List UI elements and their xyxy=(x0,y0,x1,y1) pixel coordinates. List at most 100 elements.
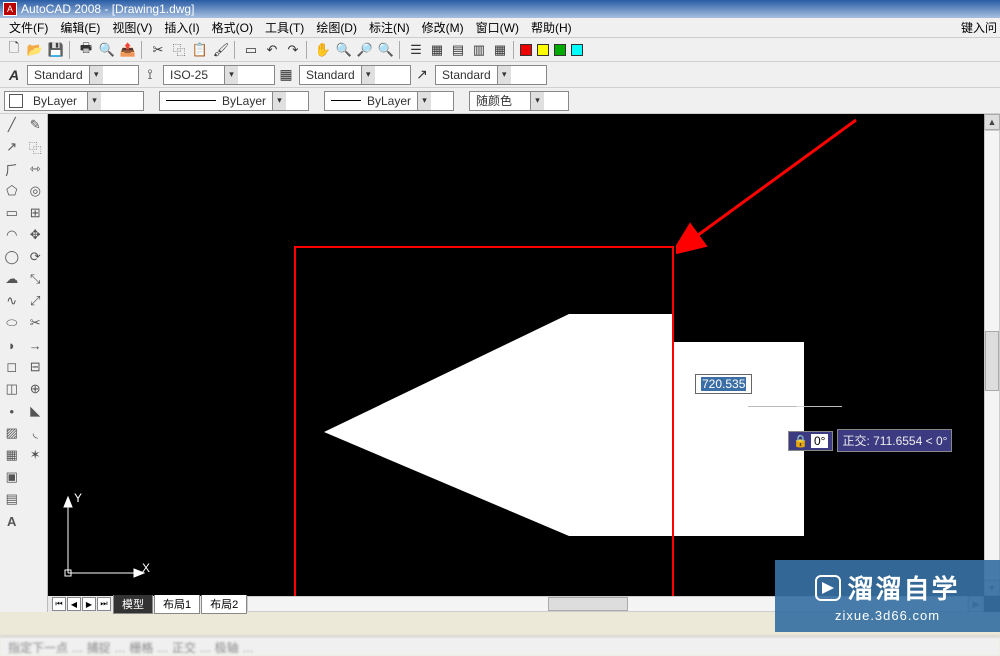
region-icon[interactable]: ▣ xyxy=(0,466,24,488)
tab-first-icon[interactable]: ⏮ xyxy=(52,597,66,611)
props-icon[interactable]: ☰ xyxy=(406,40,426,60)
mirror-icon[interactable]: ⇿ xyxy=(24,158,48,180)
plotstyle-dropdown[interactable]: 随颜色 ▾ xyxy=(469,91,569,111)
tab-model[interactable]: 模型 xyxy=(113,595,153,614)
offset-icon[interactable]: ◎ xyxy=(24,180,48,202)
fillet-icon[interactable]: ◟ xyxy=(24,422,48,444)
menu-quickhelp[interactable]: 键入问 xyxy=(961,19,997,36)
tab-prev-icon[interactable]: ◀ xyxy=(67,597,81,611)
status-bar: 指定下一点 … 捕捉 … 栅格 … 正交 … 极轴 … xyxy=(0,636,1000,656)
menu-insert[interactable]: 插入(I) xyxy=(158,17,205,38)
makeblock-icon[interactable]: ◫ xyxy=(0,378,24,400)
circle-icon[interactable]: ◯ xyxy=(0,246,24,268)
point-icon[interactable]: • xyxy=(0,400,24,422)
line-icon[interactable]: ╱ xyxy=(0,114,24,136)
save-icon[interactable]: 💾 xyxy=(46,40,66,60)
toolpal-icon[interactable]: ▤ xyxy=(448,40,468,60)
move-icon[interactable]: ✥ xyxy=(24,224,48,246)
tablestyle-dropdown[interactable]: Standard ▾ xyxy=(299,65,411,85)
calc-icon[interactable]: ▦ xyxy=(490,40,510,60)
chamfer-icon[interactable]: ◣ xyxy=(24,400,48,422)
dimstyle-dropdown[interactable]: ISO-25 ▾ xyxy=(163,65,275,85)
arc-icon[interactable]: ◠ xyxy=(0,224,24,246)
hatch-icon[interactable]: ▨ xyxy=(0,422,24,444)
cursor-crosshair-icon xyxy=(794,404,806,416)
trim-icon[interactable]: ✂ xyxy=(24,312,48,334)
open-icon[interactable]: 📂 xyxy=(25,40,45,60)
copy2-icon[interactable]: ⿻ xyxy=(24,136,48,158)
mleaderstyle-icon[interactable]: ↗ xyxy=(412,65,432,85)
menu-draw[interactable]: 绘图(D) xyxy=(310,17,363,38)
ellipsearc-icon[interactable]: ◗ xyxy=(0,334,24,356)
stretch-icon[interactable]: ⤢ xyxy=(24,290,48,312)
color-dropdown[interactable]: ByLayer ▾ xyxy=(4,91,144,111)
gradient-icon[interactable]: ▦ xyxy=(0,444,24,466)
matchprop-icon[interactable]: 🖌 xyxy=(211,40,231,60)
zoomprev-icon[interactable]: 🔍 xyxy=(376,40,396,60)
zoomwin-icon[interactable]: 🔎 xyxy=(355,40,375,60)
xline-icon[interactable]: ↗ xyxy=(0,136,24,158)
paste-icon[interactable]: 📋 xyxy=(190,40,210,60)
tab-layout1[interactable]: 布局1 xyxy=(154,595,200,614)
ssm-icon[interactable]: ▥ xyxy=(469,40,489,60)
app-icon: A xyxy=(3,2,17,16)
menu-file[interactable]: 文件(F) xyxy=(3,17,54,38)
menu-window[interactable]: 窗口(W) xyxy=(470,17,525,38)
scale-icon[interactable]: ⤡ xyxy=(24,268,48,290)
angle-lock-box[interactable]: 🔒 0° xyxy=(788,431,833,451)
linetype-dropdown[interactable]: ByLayer ▾ xyxy=(159,91,309,111)
menu-format[interactable]: 格式(O) xyxy=(206,17,259,38)
pline-icon[interactable]: ⺁ xyxy=(0,158,24,180)
mtext-icon[interactable]: A xyxy=(0,510,24,532)
spline-icon[interactable]: ∿ xyxy=(0,290,24,312)
print-icon[interactable]: 🖶 xyxy=(76,40,96,60)
rectangle-icon[interactable]: ▭ xyxy=(0,202,24,224)
insertblock-icon[interactable]: ◻ xyxy=(0,356,24,378)
ellipse-icon[interactable]: ⬭ xyxy=(0,312,24,334)
menu-modify[interactable]: 修改(M) xyxy=(416,17,470,38)
tab-layout2[interactable]: 布局2 xyxy=(201,595,247,614)
pan-icon[interactable]: ✋ xyxy=(313,40,333,60)
menu-edit[interactable]: 编辑(E) xyxy=(54,17,106,38)
cut-icon[interactable]: ✂ xyxy=(148,40,168,60)
publish-icon[interactable]: 📤 xyxy=(118,40,138,60)
drawing-canvas[interactable]: 720.535 🔒 0° 正交: 711.6554 < 0° xyxy=(48,114,984,596)
break-icon[interactable]: ⊟ xyxy=(24,356,48,378)
dc-icon[interactable]: ▦ xyxy=(427,40,447,60)
color-red-icon[interactable] xyxy=(520,44,532,56)
preview-icon[interactable]: 🔍 xyxy=(97,40,117,60)
color-yellow-icon[interactable] xyxy=(537,44,549,56)
scroll-up-icon[interactable]: ▲ xyxy=(984,114,1000,130)
revcloud-icon[interactable]: ☁ xyxy=(0,268,24,290)
menu-help[interactable]: 帮助(H) xyxy=(525,17,578,38)
tab-last-icon[interactable]: ⏭ xyxy=(97,597,111,611)
color-cyan-icon[interactable] xyxy=(571,44,583,56)
dynamic-input-distance[interactable]: 720.535 xyxy=(695,374,752,394)
menu-view[interactable]: 视图(V) xyxy=(106,17,158,38)
dimstyle-icon[interactable]: ⟟ xyxy=(140,65,160,85)
erase-icon[interactable]: ✎ xyxy=(24,114,48,136)
tablestyle-icon[interactable]: ▦ xyxy=(276,65,296,85)
extend-icon[interactable]: → xyxy=(24,334,48,356)
polygon-icon[interactable]: ⬠ xyxy=(0,180,24,202)
menu-tools[interactable]: 工具(T) xyxy=(259,17,310,38)
tab-next-icon[interactable]: ▶ xyxy=(82,597,96,611)
rotate-icon[interactable]: ⟳ xyxy=(24,246,48,268)
copy-icon[interactable]: ⿻ xyxy=(169,40,189,60)
textstyle-dropdown[interactable]: Standard ▾ xyxy=(27,65,139,85)
lineweight-dropdown[interactable]: ByLayer ▾ xyxy=(324,91,454,111)
redo-icon[interactable]: ↷ xyxy=(283,40,303,60)
zoomrt-icon[interactable]: 🔍 xyxy=(334,40,354,60)
undo-icon[interactable]: ↶ xyxy=(262,40,282,60)
new-icon[interactable]: 🗋 xyxy=(4,40,24,60)
join-icon[interactable]: ⊕ xyxy=(24,378,48,400)
table-icon[interactable]: ▤ xyxy=(0,488,24,510)
explode-icon[interactable]: ✶ xyxy=(24,444,48,466)
block-icon[interactable]: ▭ xyxy=(241,40,261,60)
scrollbar-vertical[interactable]: ▲ ▼ xyxy=(984,114,1000,596)
menu-dim[interactable]: 标注(N) xyxy=(363,17,416,38)
textstyle-icon[interactable]: A xyxy=(4,65,24,85)
color-green-icon[interactable] xyxy=(554,44,566,56)
array-icon[interactable]: ⊞ xyxy=(24,202,48,224)
mleaderstyle-dropdown[interactable]: Standard ▾ xyxy=(435,65,547,85)
